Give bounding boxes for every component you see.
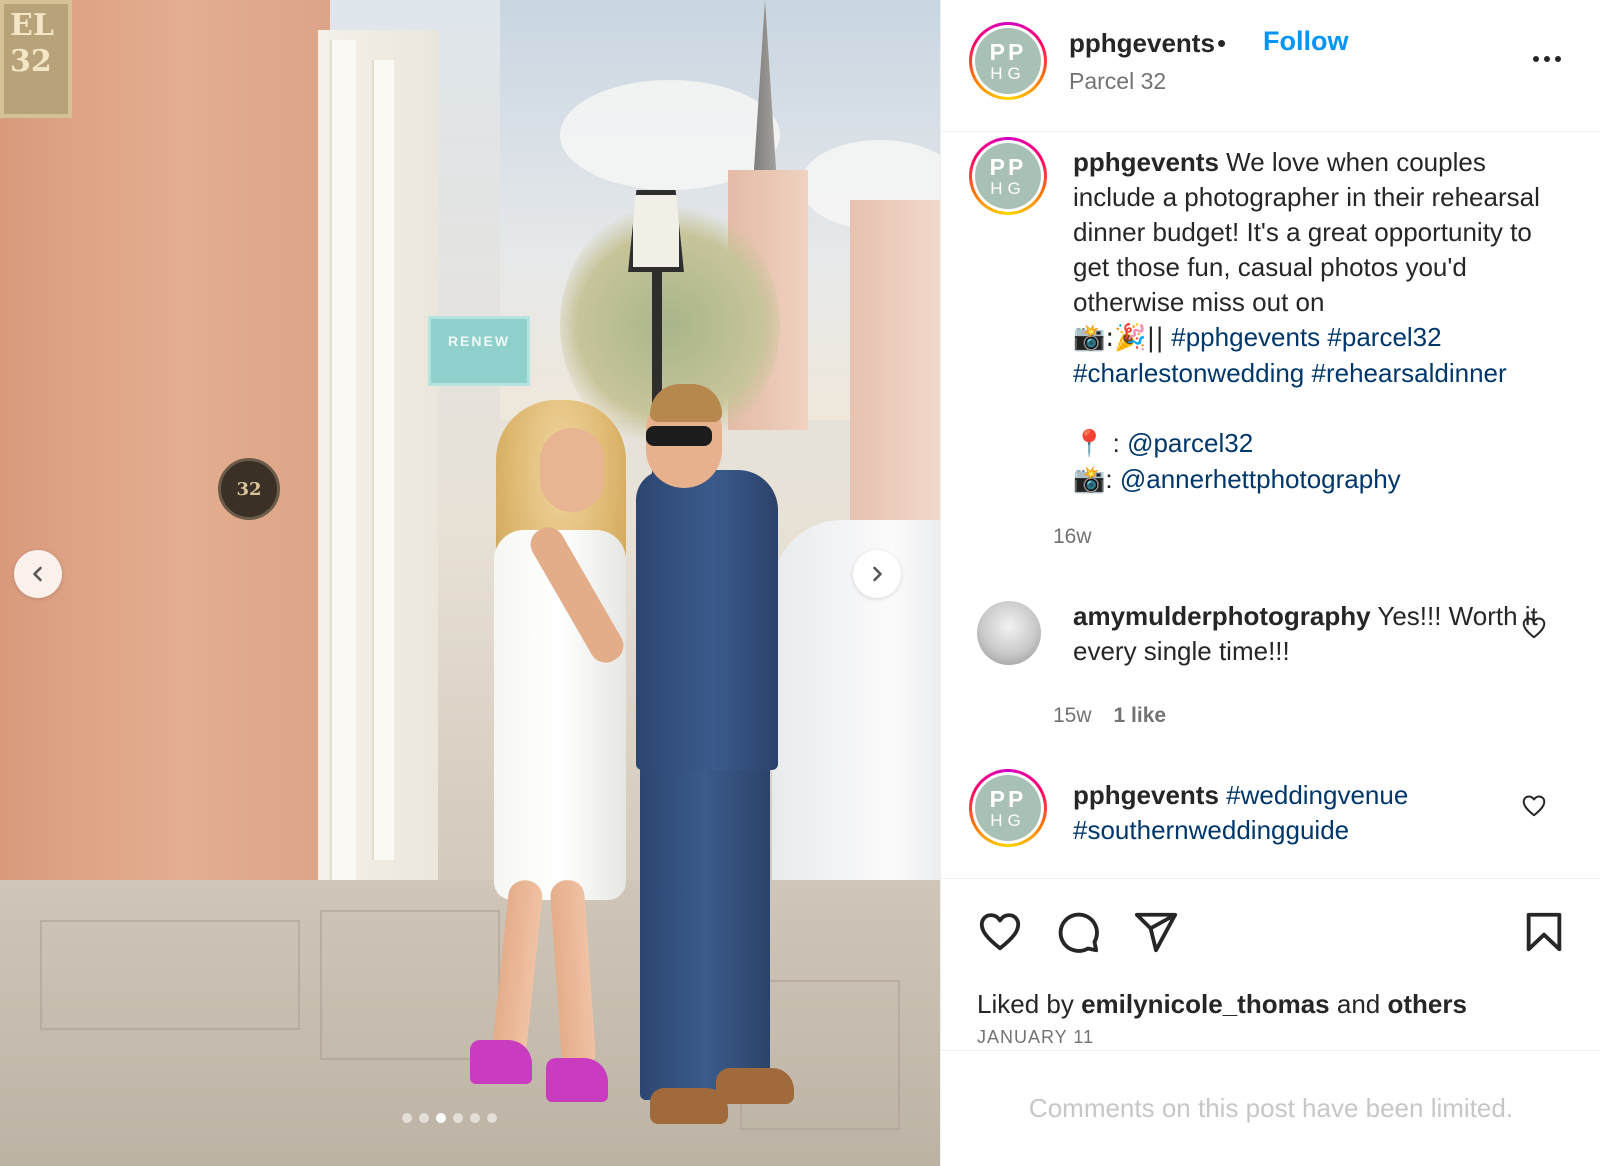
medallion-text: 32 [236, 478, 262, 500]
caption-emoji-prefix: 📸:🎉|| [1073, 323, 1165, 353]
pphg-logo: PP HG [975, 775, 1041, 841]
chevron-left-icon [33, 566, 42, 582]
brown-shoe [716, 1068, 794, 1104]
navy-pants [640, 760, 770, 1100]
camera-emoji: 📸 [1073, 465, 1106, 495]
comment-likes[interactable]: 1 like [1114, 704, 1167, 727]
post-sidebar: PP HG pphgevents • Follow Parcel 32 PP H… [940, 0, 1600, 1166]
comment-icon[interactable] [1055, 909, 1101, 955]
carousel-dot [419, 1113, 429, 1123]
colon: : [1112, 428, 1120, 458]
pphg-logo: PP HG [975, 143, 1041, 209]
carousel-indicator [402, 1113, 497, 1123]
caption-username[interactable]: pphgevents [1073, 147, 1219, 177]
magenta-heel [470, 1040, 532, 1084]
commenter-avatar[interactable] [977, 601, 1041, 665]
carousel-prev-button[interactable] [14, 550, 62, 598]
sidewalk [0, 880, 940, 1166]
post-photo: EL 32 32 RENEW [0, 0, 940, 1166]
post-header: PP HG pphgevents • Follow Parcel 32 [941, 0, 1600, 132]
shop-sign: RENEW [428, 316, 530, 386]
comment-avatar[interactable]: PP HG [969, 769, 1047, 847]
magenta-heel [546, 1058, 608, 1102]
street-lamp [628, 190, 684, 272]
more-options-icon[interactable] [1533, 44, 1573, 74]
woman-face [540, 428, 604, 512]
mention-link[interactable]: @annerhettphotography [1120, 464, 1401, 494]
profile-avatar[interactable]: PP HG [969, 22, 1047, 100]
comments-limited-notice: Comments on this post have been limited. [941, 1050, 1600, 1166]
salmon-wall [0, 0, 330, 905]
hashtag-link[interactable]: #southernweddingguide [1073, 815, 1349, 845]
comment-username[interactable]: pphgevents [1073, 780, 1219, 810]
header-username[interactable]: pphgevents [1069, 28, 1215, 59]
liked-by-others[interactable]: others [1387, 989, 1466, 1019]
post-date[interactable]: JANUARY 11 [977, 1027, 1094, 1048]
sidewalk-slab [40, 920, 300, 1030]
comment-like-heart-icon[interactable] [1521, 615, 1547, 641]
caption-age[interactable]: 16w [1053, 525, 1092, 549]
comment-meta: 15w 1 like [1053, 704, 1166, 728]
caption: pphgevents We love when couples include … [1073, 145, 1573, 498]
building-medallion: 32 [218, 458, 280, 520]
comments-list: PP HG pphgevents We love when couples in… [941, 133, 1600, 878]
hashtag-link[interactable]: #charlestonwedding [1073, 358, 1304, 388]
follow-button[interactable]: Follow [1263, 26, 1348, 57]
comment-username[interactable]: amymulderphotography [1073, 601, 1371, 631]
header-separator: • [1217, 28, 1227, 58]
likes-summary: Liked by emilynicole_thomas and others [977, 989, 1467, 1019]
plaque-text: EL 32 [10, 8, 54, 79]
hashtag-link[interactable]: #weddingvenue [1226, 780, 1408, 810]
comment-like-heart-icon[interactable] [1521, 793, 1547, 819]
hashtag-link[interactable]: #pphgevents [1171, 322, 1320, 352]
pin-emoji: 📍 [1073, 429, 1106, 459]
pilaster [372, 60, 394, 860]
comment-age[interactable]: 15w [1053, 704, 1092, 727]
comment: pphgevents #weddingvenue #southernweddin… [1073, 778, 1573, 848]
mention-link[interactable]: @parcel32 [1127, 428, 1253, 458]
share-icon[interactable] [1133, 909, 1179, 955]
pphg-logo: PP HG [975, 28, 1041, 94]
hashtag-link[interactable]: #rehearsaldinner [1312, 358, 1507, 388]
comment: amymulderphotography Yes!!! Worth it eve… [1073, 599, 1573, 669]
background-building [850, 200, 940, 520]
caption-avatar[interactable]: PP HG [969, 137, 1047, 215]
carousel-dot [453, 1113, 463, 1123]
location-link[interactable]: Parcel 32 [1069, 68, 1166, 95]
bookmark-icon[interactable] [1521, 909, 1567, 955]
carousel-dot [487, 1113, 497, 1123]
heart-icon[interactable] [977, 909, 1023, 955]
chevron-right-icon [873, 566, 882, 582]
carousel-dot [402, 1113, 412, 1123]
navy-jacket [636, 470, 778, 770]
building-plaque: EL 32 [0, 0, 72, 118]
liked-by-user[interactable]: emilynicole_thomas [1081, 989, 1330, 1019]
shop-sign-text: RENEW [447, 333, 511, 349]
carousel-next-button[interactable] [853, 550, 901, 598]
sidewalk-slab [320, 910, 500, 1060]
hashtag-link[interactable]: #parcel32 [1327, 322, 1441, 352]
carousel-dot [436, 1113, 446, 1123]
carousel-dot [470, 1113, 480, 1123]
post-actions: Liked by emilynicole_thomas and others J… [941, 878, 1600, 1050]
pilaster [330, 40, 356, 880]
sunglasses [646, 426, 712, 446]
colon: : [1105, 464, 1113, 494]
